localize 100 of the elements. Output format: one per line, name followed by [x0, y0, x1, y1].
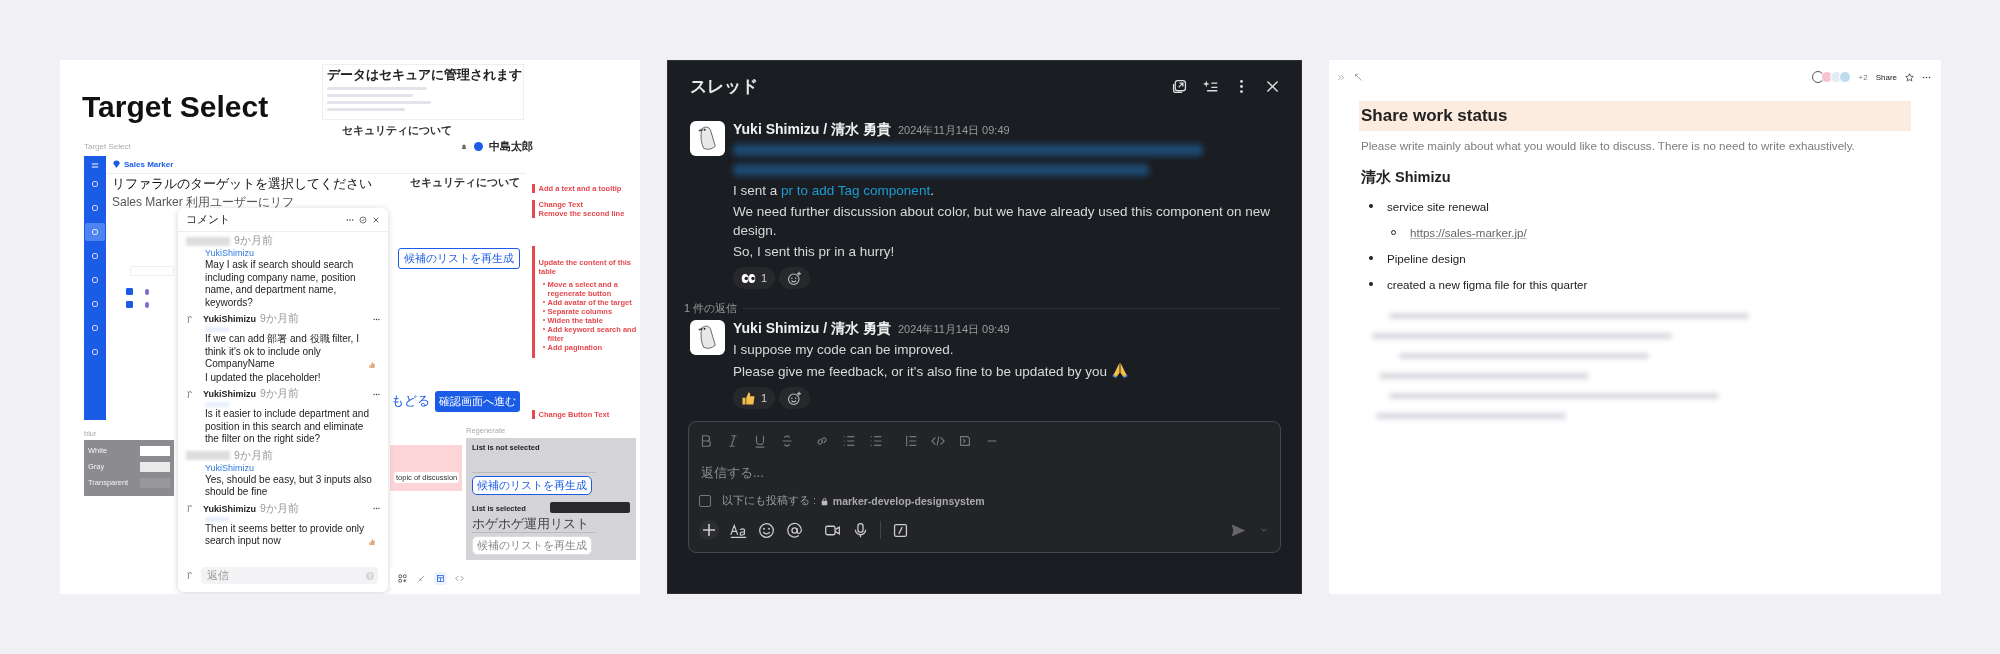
- reaction-pill[interactable]: 1: [733, 267, 776, 289]
- more-icon[interactable]: [373, 392, 380, 396]
- mockup-heading: リファラルのターゲットを選択してください: [112, 176, 372, 193]
- more-icon[interactable]: [373, 317, 380, 321]
- list-select[interactable]: ホゲホゲ運用リスト: [472, 516, 596, 533]
- row-checkbox[interactable]: [126, 301, 133, 308]
- text-format-icon[interactable]: [730, 521, 747, 539]
- thumbs-up-icon: [741, 390, 756, 406]
- components-icon[interactable]: [396, 571, 409, 585]
- bell-icon[interactable]: [460, 142, 468, 151]
- viewer-count: +2: [1858, 72, 1868, 82]
- message-text: We need further discussion about color, but we have already used this component on new design.: [733, 204, 1271, 238]
- format-icon[interactable]: [869, 434, 883, 448]
- message-author: Yuki Shimizu / 清水 勇貴: [733, 121, 891, 139]
- security-link[interactable]: セキュリティについて: [342, 123, 452, 138]
- message-time: 2024年11月14日 09:49: [897, 322, 1010, 337]
- more-icon[interactable]: [373, 507, 380, 510]
- regenerate-button[interactable]: 候補のリストを再生成: [472, 476, 592, 495]
- avatar: [474, 142, 483, 151]
- annotation-bar: [532, 184, 535, 193]
- bird-avatar: [690, 121, 725, 156]
- message-text: I sent a pr to add Tag component.: [733, 183, 934, 198]
- comment-text: Then it seems better to provide only search input now: [205, 522, 365, 548]
- mention-icon[interactable]: [786, 521, 803, 539]
- bird-avatar-icon: [186, 389, 193, 399]
- link[interactable]: https://sales-marker.jp/: [1410, 225, 1527, 239]
- star-icon[interactable]: [1905, 72, 1914, 82]
- reply-count: 1 件の返信: [684, 301, 738, 316]
- close-icon[interactable]: [372, 215, 380, 224]
- open-window-icon[interactable]: [1171, 77, 1188, 95]
- resolve-icon[interactable]: [359, 215, 367, 224]
- annotation-bar: [532, 410, 535, 419]
- row-checkbox[interactable]: [126, 288, 133, 295]
- plus-icon[interactable]: [699, 520, 719, 540]
- nav-item[interactable]: [85, 223, 105, 241]
- emoji-icon[interactable]: [758, 521, 775, 539]
- format-icon[interactable]: [699, 434, 713, 448]
- smiley-plus-icon: [787, 270, 803, 286]
- thumbs-up-icon: [368, 360, 376, 369]
- add-reaction-button[interactable]: [779, 267, 811, 289]
- format-icon[interactable]: [842, 434, 856, 448]
- microphone-icon[interactable]: [852, 521, 869, 539]
- format-icon[interactable]: [931, 434, 945, 448]
- menu-icon[interactable]: [91, 162, 99, 169]
- format-icon[interactable]: [753, 434, 767, 448]
- panel-title: コメント: [186, 212, 231, 227]
- viewer-avatars[interactable]: [1814, 71, 1851, 83]
- also-post-checkbox[interactable]: [699, 495, 711, 507]
- checkbox-label: 以下にも投稿する :: [722, 494, 816, 508]
- slash-command-icon[interactable]: [892, 521, 909, 539]
- bird-avatar-icon: [186, 571, 193, 580]
- comment-text: I updated the placeholder!: [205, 371, 321, 384]
- format-icon[interactable]: [815, 434, 829, 448]
- page-title: Share work status: [1359, 101, 1911, 131]
- expand-icon[interactable]: [1354, 72, 1363, 82]
- annotation-bar: [532, 200, 535, 218]
- canvas-title: Target Select: [82, 90, 269, 124]
- comment-text: Yes, should be easy, but 3 inputs also should be fine: [205, 473, 373, 499]
- message-text: So, I sent this pr in a hurry!: [733, 244, 895, 259]
- comment-time: 9か月前: [234, 448, 273, 463]
- bird-avatar-icon: [186, 504, 193, 513]
- comment-text: May I ask if search should search including company name, position name, and department name, keywords?: [205, 259, 357, 309]
- mockup-subtext: Sales Marker 利用ユーザーにリフ: [112, 194, 295, 211]
- share-button[interactable]: Share: [1875, 72, 1897, 82]
- layout-icon[interactable]: [434, 571, 447, 585]
- comment-time: 9か月前: [260, 501, 299, 516]
- add-reaction-button[interactable]: [779, 387, 811, 409]
- next-button[interactable]: 確認画面へ進む: [435, 391, 520, 412]
- comment-time: 9か月前: [260, 387, 299, 401]
- bullet-text: created a new figma file for this quarter: [1387, 277, 1588, 291]
- thread-title: スレッド: [690, 75, 759, 98]
- format-icon[interactable]: [904, 434, 918, 448]
- sample-swatch: [140, 461, 170, 472]
- bullet-text: service site renewal: [1387, 199, 1489, 213]
- bird-avatar-icon: [186, 314, 193, 324]
- logo: Sales Marker: [124, 160, 174, 169]
- reply-field[interactable]: 返信する...: [701, 464, 1270, 488]
- mention-link[interactable]: YukiShimizu: [205, 462, 380, 473]
- channel-name: marker-develop-designsystem: [832, 495, 985, 507]
- format-icon[interactable]: [958, 434, 972, 448]
- comment-author: YukiShimizu: [203, 503, 256, 514]
- comment-text: Is it easier to include department and position in this search and eliminate the filter on the right side?: [205, 408, 370, 446]
- redacted-avatar: [186, 236, 230, 246]
- message-time: 2024年11月14日 09:49: [897, 123, 1010, 138]
- message-author: Yuki Shimizu / 清水 勇貴: [733, 320, 891, 338]
- praying-hands-icon: [1111, 361, 1130, 379]
- reaction-pill[interactable]: 1: [733, 387, 776, 409]
- regenerate-button[interactable]: 候補のリストを再生成: [398, 248, 520, 269]
- page-description: Please write mainly about what you would like to discuss. There is no need to write exhaustively.: [1361, 139, 1856, 152]
- smiley-plus-icon: [787, 390, 803, 406]
- mention-link[interactable]: YukiShimizu: [205, 248, 380, 258]
- format-icon[interactable]: [780, 434, 794, 448]
- back-link[interactable]: もどる: [391, 393, 430, 410]
- security-link[interactable]: セキュリティについて: [410, 175, 520, 190]
- section-heading: 清水 Shimizu: [1361, 168, 1452, 187]
- sample-swatch: [140, 445, 170, 456]
- message-text: I suppose my code can be improved.: [733, 342, 954, 357]
- thumbs-up-icon: [368, 537, 376, 546]
- message-text: Please give me feedback, or it's also fine to be updated by you: [733, 364, 1108, 379]
- regenerate-button[interactable]: 候補のリストを再生成: [472, 536, 592, 555]
